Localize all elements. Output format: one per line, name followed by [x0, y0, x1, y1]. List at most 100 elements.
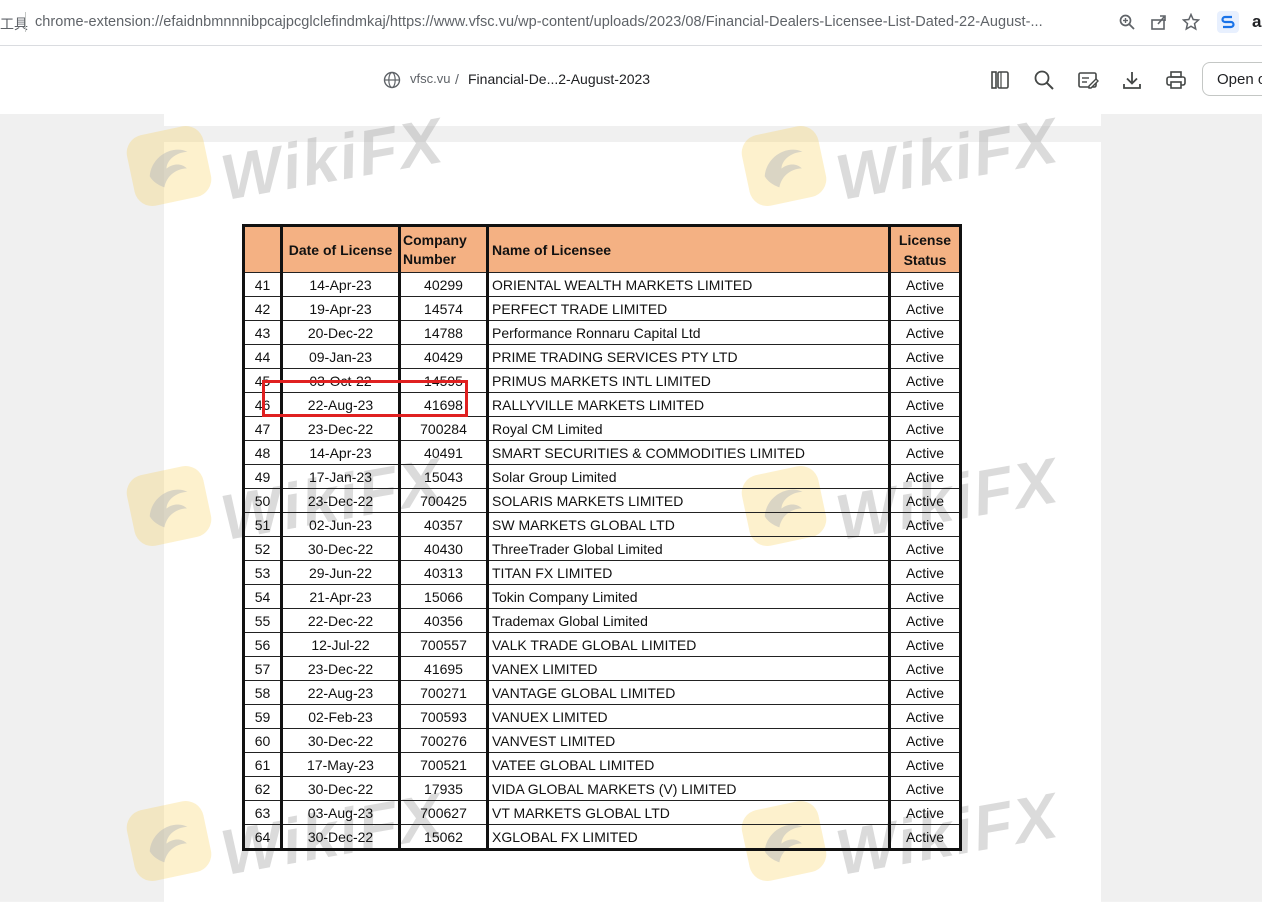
row-number-cell: 61	[243, 752, 283, 777]
licensee-name-cell: SW MARKETS GLOBAL LTD	[487, 512, 891, 537]
licensee-name-cell: Tokin Company Limited	[487, 584, 891, 609]
company-number-cell: 40429	[399, 344, 489, 369]
company-number-cell: 40313	[399, 560, 489, 585]
licensee-name-cell: PRIMUS MARKETS INTL LIMITED	[487, 368, 891, 393]
table-header-row: Date of License Company Number Name of Li…	[243, 225, 961, 273]
license-status-cell: Active	[889, 440, 961, 465]
eagle-logo-icon	[123, 797, 215, 885]
table-row: 42 19-Apr-23 14574 PERFECT TRADE LIMITED Act…	[243, 296, 961, 321]
panel-icon[interactable]	[989, 69, 1011, 91]
document-title: Financial-De...2-August-2023	[468, 71, 651, 87]
company-number-cell: 700284	[399, 416, 489, 441]
header-no	[243, 225, 283, 273]
license-status-cell: Active	[889, 272, 961, 297]
license-status-cell: Active	[889, 392, 961, 417]
watermark-text: WikiFX	[215, 104, 450, 214]
extension-letter[interactable]: a	[1252, 12, 1261, 32]
license-status-cell: Active	[889, 656, 961, 681]
licensee-name-cell: Solar Group Limited	[487, 464, 891, 489]
company-number-cell: 700557	[399, 632, 489, 657]
licensee-name-cell: XGLOBAL FX LIMITED	[487, 824, 891, 850]
company-number-cell: 700271	[399, 680, 489, 705]
address-bar: 工具 chrome-extension://efaidnbmnnnibpcajp…	[0, 0, 1262, 46]
open-with-button[interactable]: Open o	[1202, 62, 1262, 96]
company-number-cell: 40356	[399, 608, 489, 633]
row-number-cell: 43	[243, 320, 283, 345]
date-of-license-cell: 19-Apr-23	[281, 296, 401, 321]
license-status-cell: Active	[889, 320, 961, 345]
licensee-name-cell: VANTAGE GLOBAL LIMITED	[487, 680, 891, 705]
header-date-of-license: Date of License	[281, 225, 401, 273]
download-icon[interactable]	[1121, 69, 1143, 91]
eagle-logo-icon	[738, 122, 830, 210]
date-of-license-cell: 02-Jun-23	[281, 512, 401, 537]
table-row: 57 23-Dec-22 41695 VANEX LIMITED Active	[243, 656, 961, 681]
date-of-license-cell: 30-Dec-22	[281, 824, 401, 850]
date-of-license-cell: 12-Jul-22	[281, 632, 401, 657]
company-number-cell: 700627	[399, 800, 489, 825]
row-number-cell: 53	[243, 560, 283, 585]
license-status-cell: Active	[889, 488, 961, 513]
table-row: 49 17-Jan-23 15043 Solar Group Limited Activ…	[243, 464, 961, 489]
table-row: 56 12-Jul-22 700557 VALK TRADE GLOBAL LIMIT…	[243, 632, 961, 657]
company-number-cell: 700425	[399, 488, 489, 513]
licensee-name-cell: Performance Ronnaru Capital Ltd	[487, 320, 891, 345]
license-status-cell: Active	[889, 296, 961, 321]
row-number-cell: 62	[243, 776, 283, 801]
table-row: 59 02-Feb-23 700593 VANUEX LIMITED Active	[243, 704, 961, 729]
annotate-icon[interactable]	[1077, 69, 1099, 91]
watermark: WikiFX	[123, 104, 449, 214]
licensee-name-cell: VIDA GLOBAL MARKETS (V) LIMITED	[487, 776, 891, 801]
company-number-cell: 14788	[399, 320, 489, 345]
header-name-of-licensee: Name of Licensee	[487, 225, 891, 273]
licensee-name-cell: TITAN FX LIMITED	[487, 560, 891, 585]
row-number-cell: 47	[243, 416, 283, 441]
url-field[interactable]: chrome-extension://efaidnbmnnnibpcajpcgl…	[35, 14, 1105, 30]
star-icon[interactable]	[1181, 12, 1201, 31]
row-number-cell: 57	[243, 656, 283, 681]
table-row: 55 22-Dec-22 40356 Trademax Global Limited A…	[243, 608, 961, 633]
company-number-cell: 41695	[399, 656, 489, 681]
row-number-cell: 56	[243, 632, 283, 657]
licensee-name-cell: ThreeTrader Global Limited	[487, 536, 891, 561]
site-name[interactable]: vfsc.vu	[410, 71, 450, 86]
licensee-name-cell: VATEE GLOBAL LIMITED	[487, 752, 891, 777]
date-of-license-cell: 22-Dec-22	[281, 608, 401, 633]
table-row: 53 29-Jun-22 40313 TITAN FX LIMITED Active	[243, 560, 961, 585]
license-status-cell: Active	[889, 728, 961, 753]
company-number-cell: 17935	[399, 776, 489, 801]
license-status-cell: Active	[889, 416, 961, 441]
row-number-cell: 52	[243, 536, 283, 561]
zoom-icon[interactable]	[1118, 13, 1136, 31]
licensee-name-cell: PRIME TRADING SERVICES PTY LTD	[487, 344, 891, 369]
row-number-cell: 42	[243, 296, 283, 321]
licensee-name-cell: Royal CM Limited	[487, 416, 891, 441]
licensee-name-cell: SOLARIS MARKETS LIMITED	[487, 488, 891, 513]
print-icon[interactable]	[1165, 69, 1187, 91]
share-icon[interactable]	[1150, 13, 1168, 31]
company-number-cell: 15043	[399, 464, 489, 489]
licensee-name-cell: VT MARKETS GLOBAL LTD	[487, 800, 891, 825]
licensee-name-cell: ORIENTAL WEALTH MARKETS LIMITED	[487, 272, 891, 297]
company-number-cell: 40299	[399, 272, 489, 297]
row-number-cell: 50	[243, 488, 283, 513]
licensee-table: Date of License Company Number Name of Li…	[242, 224, 962, 851]
company-number-cell: 700521	[399, 752, 489, 777]
licensee-name-cell: VANUEX LIMITED	[487, 704, 891, 729]
date-of-license-cell: 23-Dec-22	[281, 488, 401, 513]
header-status-line2: Status	[903, 251, 947, 268]
row-number-cell: 54	[243, 584, 283, 609]
license-status-cell: Active	[889, 704, 961, 729]
row-number-cell: 44	[243, 344, 283, 369]
date-of-license-cell: 23-Dec-22	[281, 656, 401, 681]
license-status-cell: Active	[889, 536, 961, 561]
table-row: 58 22-Aug-23 700271 VANTAGE GLOBAL LIMITED A…	[243, 680, 961, 705]
extension-s-icon[interactable]	[1217, 11, 1239, 33]
date-of-license-cell: 22-Aug-23	[281, 680, 401, 705]
date-of-license-cell: 14-Apr-23	[281, 440, 401, 465]
table-row: 62 30-Dec-22 17935 VIDA GLOBAL MARKETS (V) …	[243, 776, 961, 801]
search-icon[interactable]	[1033, 69, 1055, 91]
date-of-license-cell: 21-Apr-23	[281, 584, 401, 609]
row-number-cell: 55	[243, 608, 283, 633]
table-row: 47 23-Dec-22 700284 Royal CM Limited Active	[243, 416, 961, 441]
